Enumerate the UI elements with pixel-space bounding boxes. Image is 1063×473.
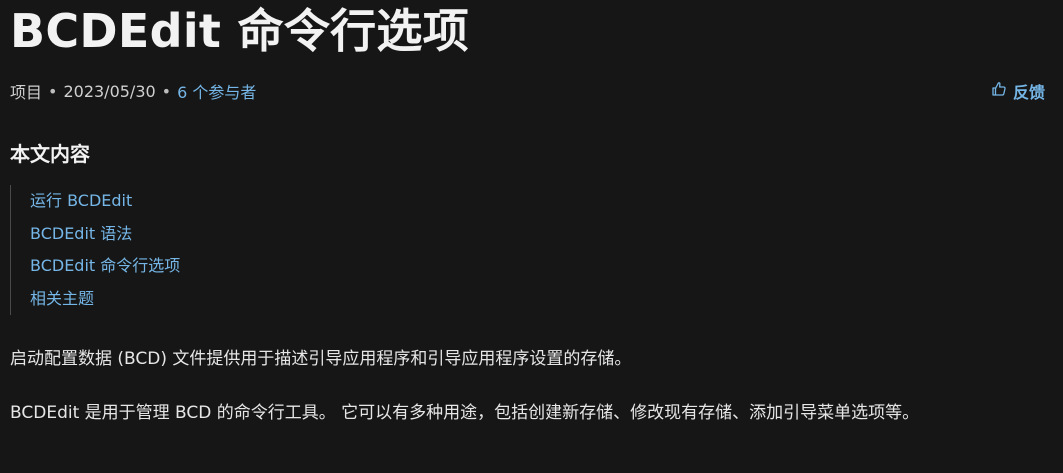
toc-item: BCDEdit 命令行选项 bbox=[30, 250, 180, 283]
toc-item: 运行 BCDEdit bbox=[30, 185, 180, 218]
intro-paragraph: 启动配置数据 (BCD) 文件提供用于描述引导应用程序和引导应用程序设置的存储。 bbox=[10, 349, 632, 369]
contributors-link[interactable]: 6 个参与者 bbox=[177, 79, 256, 103]
meta-separator: • bbox=[161, 81, 172, 101]
toc-link-bcdedit-options[interactable]: BCDEdit 命令行选项 bbox=[30, 256, 180, 275]
article-meta: 项目 • 2023/05/30 • 6 个参与者 反馈 bbox=[10, 78, 1045, 104]
table-of-contents: 运行 BCDEdit BCDEdit 语法 BCDEdit 命令行选项 相关主题 bbox=[10, 185, 180, 315]
toc-link-bcdedit-syntax[interactable]: BCDEdit 语法 bbox=[30, 224, 132, 243]
article-date: 2023/05/30 bbox=[63, 81, 156, 101]
article-type: 项目 bbox=[10, 83, 43, 102]
feedback-button[interactable]: 反馈 bbox=[991, 79, 1045, 103]
toc-link-run-bcdedit[interactable]: 运行 BCDEdit bbox=[30, 191, 132, 210]
meta-separator: • bbox=[48, 81, 58, 101]
toc-heading: 本文内容 bbox=[10, 142, 90, 166]
toc-item: 相关主题 bbox=[30, 283, 180, 316]
docs-page: BCDEdit 命令行选项 项目 • 2023/05/30 • 6 个参与者 反… bbox=[0, 0, 1063, 473]
description-paragraph: BCDEdit 是用于管理 BCD 的命令行工具。 它可以有多种用途，包括创建新… bbox=[10, 403, 920, 423]
page-title: BCDEdit 命令行选项 bbox=[10, 4, 470, 58]
toc-item: BCDEdit 语法 bbox=[30, 218, 180, 251]
toc-link-related-topics[interactable]: 相关主题 bbox=[30, 289, 94, 308]
feedback-label: 反馈 bbox=[1012, 83, 1045, 102]
thumbs-up-icon bbox=[991, 81, 1013, 101]
